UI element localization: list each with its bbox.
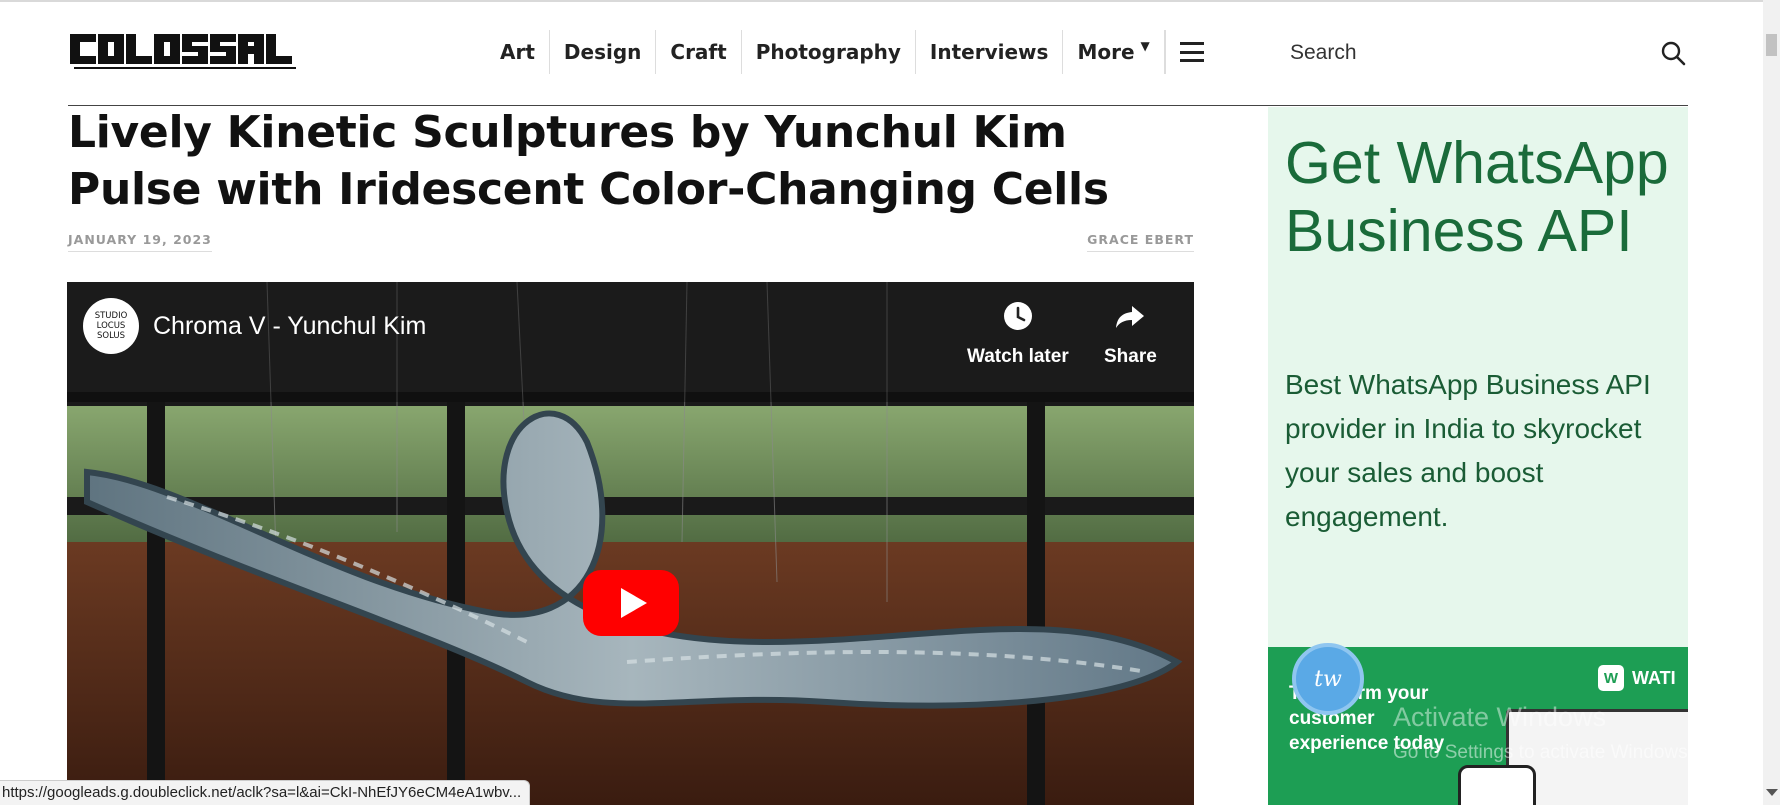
colossal-logo[interactable] [68, 26, 308, 72]
activate-windows-title: Activate Windows [1393, 702, 1607, 732]
chat-widget-label: tw [1314, 666, 1342, 692]
channel-avatar-line-2: LOCUS [96, 321, 126, 331]
channel-avatar-line-1: STUDIO [94, 311, 128, 321]
share-icon [1116, 306, 1145, 328]
wati-logo-icon: W [1598, 665, 1624, 691]
link-status-bar: https://googleads.g.doubleclick.net/aclk… [0, 780, 531, 805]
ad-body-text: Best WhatsApp Business API provider in I… [1285, 369, 1651, 532]
article-title: Lively Kinetic Sculptures by Yunchul Kim… [68, 107, 1109, 215]
menu-toggle[interactable] [1166, 42, 1204, 62]
share-label: Share [1104, 346, 1157, 367]
play-triangle [621, 588, 647, 618]
youtube-video-embed[interactable]: STUDIO LOCUS SOLUS Chroma V - Yunchul Ki… [67, 282, 1194, 805]
nav-more-label: More [1077, 40, 1135, 64]
top-border [0, 0, 1780, 2]
nav-item-design[interactable]: Design [550, 30, 657, 74]
ad-brand: W WATI [1598, 665, 1676, 691]
phone-illustration [1458, 765, 1536, 805]
article-date: JANUARY 19, 2023 [68, 232, 212, 252]
search-bar [1276, 32, 1696, 74]
nav-item-interviews[interactable]: Interviews [916, 30, 1064, 74]
chat-widget-button[interactable]: tw [1292, 643, 1364, 715]
main-nav: Art Design Craft Photography Interviews … [486, 30, 1204, 74]
channel-avatar[interactable]: STUDIO LOCUS SOLUS [83, 298, 139, 354]
article-author[interactable]: GRACE EBERT [1087, 232, 1194, 252]
watch-later-label: Watch later [967, 346, 1069, 367]
ad-headline: Get WhatsApp Business API [1285, 130, 1669, 264]
search-input[interactable] [1276, 41, 1664, 65]
watch-later-button[interactable]: Watch later [967, 300, 1069, 368]
nav-item-craft[interactable]: Craft [656, 30, 742, 74]
ad-brand-name: WATI [1632, 667, 1676, 688]
channel-avatar-line-3: SOLUS [96, 331, 125, 341]
scroll-down-arrow-icon[interactable] [1766, 789, 1778, 796]
nav-item-photography[interactable]: Photography [742, 30, 916, 74]
search-icon[interactable] [1660, 40, 1686, 66]
play-icon[interactable] [583, 570, 679, 636]
activate-windows-subtitle: Go to Settings to activate Windows. [1393, 742, 1693, 763]
nav-item-more[interactable]: More ▼ [1063, 30, 1165, 74]
video-title[interactable]: Chroma V - Yunchul Kim [153, 312, 426, 341]
scrollbar-thumb[interactable] [1766, 34, 1777, 56]
clock-icon [1003, 302, 1032, 330]
nav-item-art[interactable]: Art [486, 30, 550, 74]
hamburger-icon[interactable] [1179, 42, 1204, 62]
page-scrollbar[interactable] [1763, 0, 1780, 805]
caret-down-icon: ▼ [1140, 39, 1150, 53]
share-button[interactable]: Share [1104, 300, 1157, 368]
